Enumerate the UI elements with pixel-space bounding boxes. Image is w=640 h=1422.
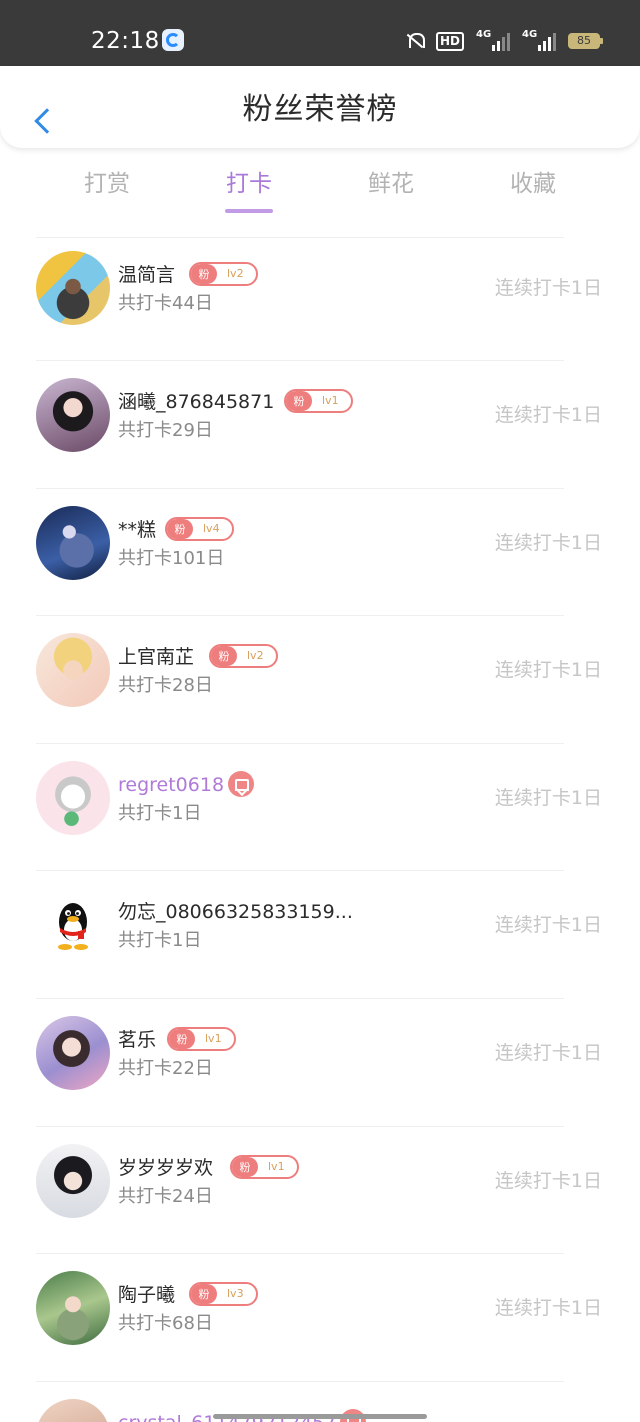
user-name: regret0618 [118, 774, 225, 796]
list-item[interactable]: 涵曦_876845871 粉 lv1 共打卡29日 连续打卡1日 [0, 364, 640, 491]
fan-badge-label: 粉 [169, 1029, 195, 1049]
fan-level-badge: 粉 lv1 [284, 389, 353, 413]
list-item[interactable]: 茗乐 粉 lv1 共打卡22日 连续打卡1日 [0, 1002, 640, 1129]
user-name: **糕 [118, 519, 157, 541]
fan-level: lv2 [247, 649, 264, 662]
user-name: 岁岁岁岁欢 [118, 1157, 214, 1179]
bell-muted-icon [406, 31, 425, 51]
avatar[interactable] [36, 761, 110, 835]
signal-icon: 4G [476, 29, 510, 51]
total-checkins: 共打卡1日 [118, 803, 202, 824]
total-checkins: 共打卡1日 [118, 930, 202, 951]
total-checkins: 共打卡24日 [118, 1186, 213, 1207]
divider [36, 998, 564, 999]
list-item[interactable]: 勿忘_08066325833159... 共打卡1日 连续打卡1日 [0, 874, 640, 1001]
tab-checkin[interactable]: 打卡 [189, 166, 309, 202]
list-item[interactable]: regret0618 共打卡1日 连续打卡1日 [0, 747, 640, 874]
signal-label: 4G [476, 29, 492, 40]
browser-icon [162, 29, 184, 51]
user-name: 涵曦_876845871 [118, 391, 275, 413]
fan-level: lv2 [227, 267, 244, 280]
user-name: 陶子曦 [118, 1284, 176, 1306]
home-indicator[interactable] [213, 1414, 427, 1419]
avatar[interactable] [36, 888, 110, 962]
avatar[interactable] [36, 1016, 110, 1090]
list-item[interactable]: 温简言 粉 lv2 共打卡44日 连续打卡1日 [0, 237, 640, 364]
total-checkins: 共打卡101日 [118, 548, 225, 569]
fan-badge-label: 粉 [191, 1284, 217, 1304]
fan-level: lv3 [227, 1287, 244, 1300]
total-checkins: 共打卡28日 [118, 675, 213, 696]
divider [36, 360, 564, 361]
fan-badge-label: 粉 [211, 646, 237, 666]
divider [36, 488, 564, 489]
list-item[interactable]: 岁岁岁岁欢 粉 lv1 共打卡24日 连续打卡1日 [0, 1130, 640, 1257]
tab-flowers[interactable]: 鲜花 [331, 166, 451, 202]
status-icons: HD 4G 4G 85 [406, 29, 603, 53]
user-name: 上官南芷 [118, 646, 195, 668]
streak-text: 连续打卡1日 [494, 1170, 602, 1192]
total-checkins: 共打卡22日 [118, 1058, 213, 1079]
divider [36, 1126, 564, 1127]
avatar[interactable] [36, 378, 110, 452]
divider [36, 1381, 564, 1382]
total-checkins: 共打卡68日 [118, 1313, 213, 1334]
streak-text: 连续打卡1日 [494, 1297, 602, 1319]
streak-text: 连续打卡1日 [494, 914, 602, 936]
avatar[interactable] [36, 633, 110, 707]
fan-level: lv1 [268, 1160, 285, 1173]
streak-text: 连续打卡1日 [494, 787, 602, 809]
fan-level: lv1 [205, 1032, 222, 1045]
streak-text: 连续打卡1日 [494, 404, 602, 426]
list-item[interactable]: 上官南芷 粉 lv2 共打卡28日 连续打卡1日 [0, 619, 640, 746]
fan-badge-label: 粉 [286, 391, 312, 411]
status-bar: 22:18 HD 4G 4G 85 [0, 0, 640, 66]
fan-level-badge: 粉 lv1 [230, 1155, 299, 1179]
divider [36, 615, 564, 616]
total-checkins: 共打卡29日 [118, 420, 213, 441]
avatar[interactable] [36, 1271, 110, 1345]
penguin-avatar-icon [58, 903, 88, 950]
streak-text: 连续打卡1日 [494, 532, 602, 554]
user-name: 温简言 [118, 264, 176, 286]
fan-level-badge: 粉 lv4 [165, 517, 234, 541]
tab-active-indicator [225, 209, 273, 213]
status-time: 22:18 [91, 28, 160, 54]
streak-text: 连续打卡1日 [494, 277, 602, 299]
fan-badge-label: 粉 [191, 264, 217, 284]
fan-level-badge: 粉 lv2 [209, 644, 278, 668]
streak-text: 连续打卡1日 [494, 659, 602, 681]
fan-badge-label: 粉 [167, 519, 193, 539]
avatar[interactable] [36, 1399, 110, 1422]
battery-icon: 85 [568, 33, 603, 49]
list-item[interactable]: 陶子曦 粉 lv3 共打卡68日 连续打卡1日 [0, 1257, 640, 1384]
tab-favorites[interactable]: 收藏 [473, 166, 593, 202]
fan-badge-label: 粉 [232, 1157, 258, 1177]
signal-icon-2: 4G [522, 29, 556, 51]
divider [36, 1253, 564, 1254]
fan-level-badge: 粉 lv3 [189, 1282, 258, 1306]
hd-icon: HD [435, 31, 464, 51]
avatar[interactable] [36, 251, 110, 325]
total-checkins: 共打卡44日 [118, 293, 213, 314]
fan-level: lv4 [203, 522, 220, 535]
streak-text: 连续打卡1日 [494, 1042, 602, 1064]
fan-level-badge: 粉 lv1 [167, 1027, 236, 1051]
avatar[interactable] [36, 506, 110, 580]
fan-level-badge: 粉 lv2 [189, 262, 258, 286]
page-title: 粉丝荣誉榜 [242, 92, 398, 127]
avatar[interactable] [36, 1144, 110, 1218]
tab-bar: 打赏 打卡 鲜花 收藏 [0, 166, 640, 218]
diamond-vip-icon [228, 771, 254, 797]
fan-level: lv1 [322, 394, 339, 407]
user-name: 勿忘_08066325833159... [118, 901, 353, 923]
list-item[interactable]: **糕 粉 lv4 共打卡101日 连续打卡1日 [0, 492, 640, 619]
divider [36, 870, 564, 871]
signal-label-2: 4G [522, 29, 538, 40]
divider [36, 743, 564, 744]
tab-reward[interactable]: 打赏 [47, 166, 167, 202]
page-header: 粉丝荣誉榜 [0, 66, 640, 148]
user-name: 茗乐 [118, 1029, 157, 1051]
